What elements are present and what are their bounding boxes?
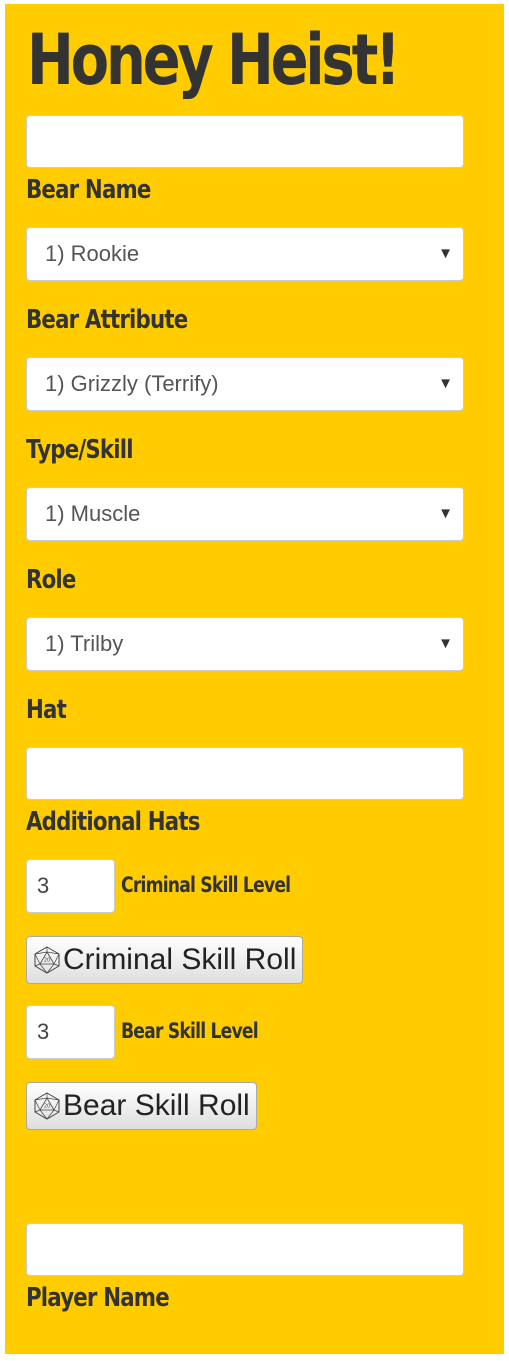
criminal-skill-roll-button[interactable]: 20 Criminal Skill Roll (26, 936, 304, 984)
hat-selected-value: 1) Trilby (45, 631, 124, 656)
role-select[interactable]: 1) Muscle ▼ (26, 487, 464, 541)
player-name-input[interactable] (26, 1223, 464, 1276)
d20-die-icon: 20 (34, 946, 60, 974)
role-label: Role (26, 565, 76, 595)
additional-hats-input[interactable] (26, 747, 464, 800)
type-skill-label: Type/Skill (26, 435, 133, 465)
type-skill-select[interactable]: 1) Grizzly (Terrify) ▼ (26, 357, 464, 411)
character-sheet: Honey Heist! Bear Name 1) Rookie ▼ Bear … (5, 4, 504, 1354)
type-skill-selected-value: 1) Grizzly (Terrify) (45, 371, 219, 396)
bear-name-label: Bear Name (26, 175, 151, 205)
die-face-number: 20 (44, 958, 50, 964)
bear-name-input[interactable] (26, 115, 464, 168)
d20-die-icon: 20 (34, 1092, 60, 1120)
dropdown-arrow-icon: ▼ (438, 245, 453, 262)
bear-skill-roll-button[interactable]: 20 Bear Skill Roll (26, 1082, 257, 1130)
bear-attribute-label: Bear Attribute (26, 305, 188, 335)
dropdown-arrow-icon: ▼ (438, 505, 453, 522)
dropdown-arrow-icon: ▼ (438, 635, 453, 652)
criminal-skill-level-label: Criminal Skill Level (121, 873, 291, 897)
bear-skill-level-label: Bear Skill Level (121, 1019, 259, 1043)
criminal-skill-roll-label: Criminal Skill Roll (63, 943, 297, 976)
role-selected-value: 1) Muscle (45, 501, 141, 526)
hat-label: Hat (26, 695, 67, 725)
bear-skill-roll-label: Bear Skill Roll (63, 1089, 250, 1122)
bear-skill-level-input[interactable] (26, 1005, 115, 1059)
page-title: Honey Heist! (27, 19, 401, 101)
player-name-label: Player Name (26, 1283, 170, 1313)
bear-attribute-select[interactable]: 1) Rookie ▼ (26, 227, 464, 281)
hat-select[interactable]: 1) Trilby ▼ (26, 617, 464, 671)
die-face-number: 20 (44, 1104, 50, 1110)
criminal-skill-level-input[interactable] (26, 859, 115, 913)
additional-hats-label: Additional Hats (26, 807, 200, 837)
bear-attribute-selected-value: 1) Rookie (45, 241, 140, 266)
dropdown-arrow-icon: ▼ (438, 375, 453, 392)
